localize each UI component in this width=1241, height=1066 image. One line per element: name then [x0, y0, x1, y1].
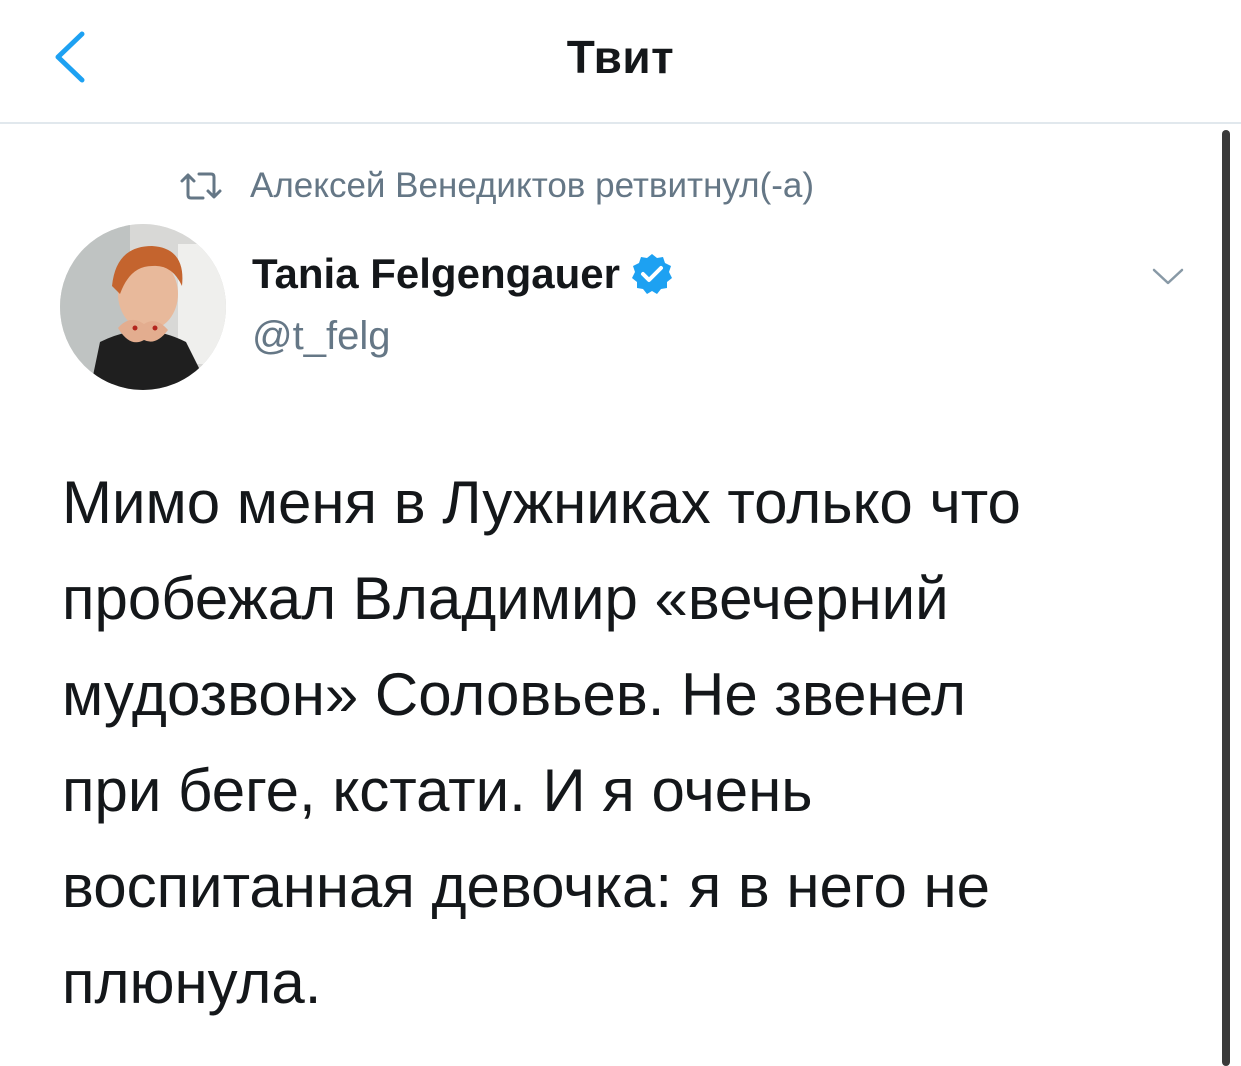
tweet-text-line: мудозвон» Соловьев. Не звенел — [62, 661, 967, 728]
retweet-label: Алексей Венедиктов ретвитнул(-а) — [250, 166, 814, 205]
tweet-text-line: пробежал Владимир «вечерний — [62, 565, 949, 632]
verified-badge-icon — [631, 254, 672, 294]
tweet-text-line: при беге, кстати. И я очень — [62, 757, 813, 824]
author-name: Tania Felgengauer — [252, 250, 620, 297]
tweet-text-line: воспитанная девочка: я в него не — [62, 853, 991, 920]
retweet-context: Алексей Венедиктов ретвитнул(-а) — [178, 164, 814, 208]
top-navigation-bar: Твит — [0, 0, 1241, 124]
tweet-text: Мимо меня в Лужниках только что пробежал… — [62, 455, 1182, 1031]
author-handle[interactable]: @t_felg — [252, 314, 390, 359]
chevron-down-icon — [1152, 268, 1184, 285]
tweet-text-line: плюнула. — [62, 949, 322, 1016]
page-title: Твит — [566, 31, 675, 83]
tweet-menu-button[interactable] — [1148, 256, 1188, 296]
retweet-icon — [180, 172, 222, 200]
author-avatar[interactable] — [60, 224, 226, 390]
author-name-row[interactable]: Tania Felgengauer — [252, 250, 674, 298]
scrollbar[interactable] — [1222, 130, 1230, 1066]
avatar-photo — [60, 224, 226, 390]
tweet-text-line: Мимо меня в Лужниках только что — [62, 469, 1021, 536]
